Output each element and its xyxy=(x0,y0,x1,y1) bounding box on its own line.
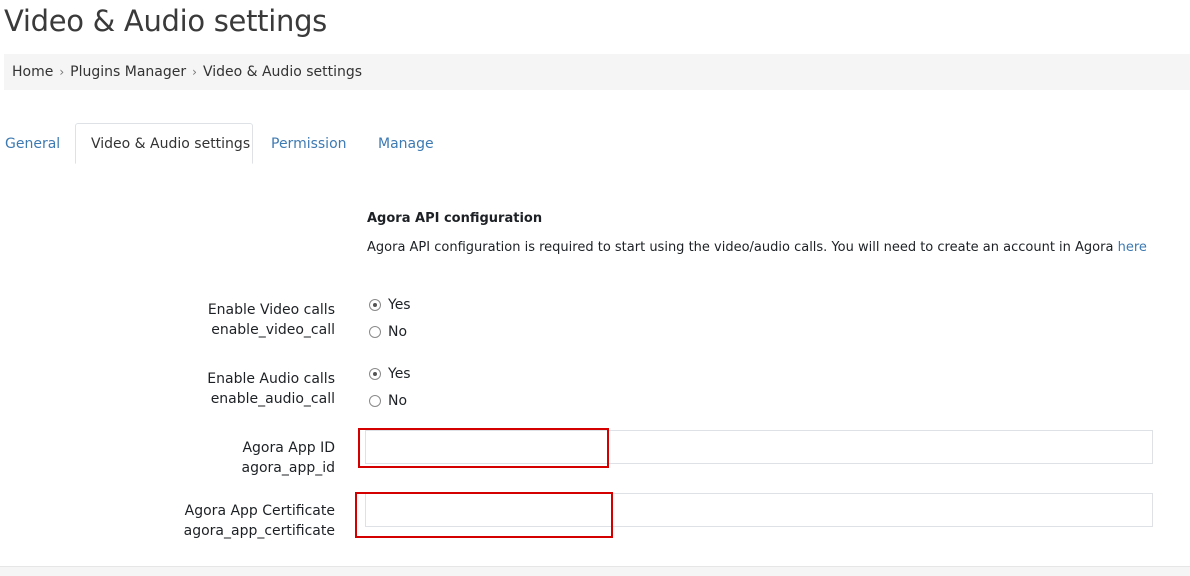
video-call-no-option[interactable]: No xyxy=(369,324,407,340)
video-call-yes-radio[interactable] xyxy=(369,299,381,311)
breadcrumb: Home › Plugins Manager › Video & Audio s… xyxy=(4,54,1190,90)
radio-label: Yes xyxy=(388,297,411,313)
field-setting-name: enable_video_call xyxy=(211,322,335,338)
breadcrumb-home[interactable]: Home xyxy=(12,64,53,80)
field-label: Enable Audio calls xyxy=(207,371,335,387)
tab-bar: General Video & Audio settings Permissio… xyxy=(0,123,1190,164)
breadcrumb-current: Video & Audio settings xyxy=(202,64,363,80)
section-description-text: Agora API configuration is required to s… xyxy=(367,240,1118,255)
tab-video-audio-settings[interactable]: Video & Audio settings xyxy=(75,123,253,164)
field-label: Agora App ID xyxy=(242,440,335,456)
breadcrumb-plugins-manager[interactable]: Plugins Manager xyxy=(70,64,186,80)
radio-label: Yes xyxy=(388,366,411,382)
field-label: Agora App Certificate xyxy=(184,503,335,519)
agora-app-id-input[interactable] xyxy=(365,430,1153,464)
enable-video-call-label: Enable Video calls enable_video_call xyxy=(208,300,335,340)
tab-manage[interactable]: Manage xyxy=(378,123,434,164)
field-setting-name: enable_audio_call xyxy=(210,391,335,407)
page-title: Video & Audio settings xyxy=(4,4,327,38)
section-heading: Agora API configuration xyxy=(367,211,543,226)
field-setting-name: agora_app_certificate xyxy=(183,523,335,539)
radio-label: No xyxy=(388,324,408,340)
video-call-yes-option[interactable]: Yes xyxy=(369,297,411,313)
agora-app-certificate-label: Agora App Certificate agora_app_certific… xyxy=(184,501,335,541)
breadcrumb-separator-icon: › xyxy=(59,65,65,79)
enable-audio-call-label: Enable Audio calls enable_audio_call xyxy=(207,369,335,409)
radio-label: No xyxy=(388,393,408,409)
video-call-no-radio[interactable] xyxy=(369,326,381,338)
tab-general[interactable]: General xyxy=(5,123,60,164)
audio-call-yes-option[interactable]: Yes xyxy=(369,366,411,382)
section-description: Agora API configuration is required to s… xyxy=(367,240,1147,255)
tab-permission[interactable]: Permission xyxy=(271,123,347,164)
breadcrumb-separator-icon: › xyxy=(192,65,197,79)
audio-call-no-radio[interactable] xyxy=(369,395,381,407)
audio-call-no-option[interactable]: No xyxy=(369,393,407,409)
agora-app-certificate-input[interactable] xyxy=(365,493,1153,527)
agora-signup-link[interactable]: here xyxy=(1118,240,1147,255)
field-setting-name: agora_app_id xyxy=(241,460,336,476)
audio-call-yes-radio[interactable] xyxy=(369,368,381,380)
field-label: Enable Video calls xyxy=(207,302,335,318)
agora-app-id-label: Agora App ID agora_app_id xyxy=(242,438,336,478)
